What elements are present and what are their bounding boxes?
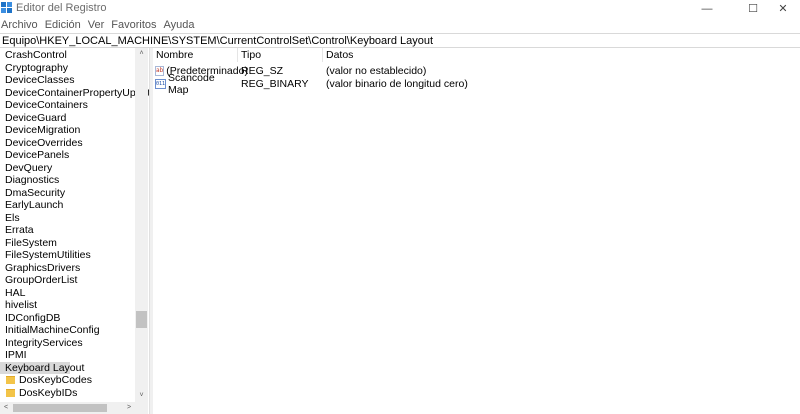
column-header-tipo[interactable]: Tipo xyxy=(238,48,323,62)
scroll-right-icon[interactable]: > xyxy=(123,402,135,414)
title-bar: Editor del Registro — ☐ ✕ xyxy=(0,0,800,17)
tree-horizontal-scrollbar[interactable]: < > xyxy=(0,402,148,414)
tree-item[interactable]: hivelist xyxy=(0,299,136,312)
tree-item[interactable]: IntegrityServices xyxy=(0,337,136,350)
maximize-icon: ☐ xyxy=(748,3,758,15)
tree-item[interactable]: Diagnostics xyxy=(0,174,136,187)
tree-item[interactable]: Errata xyxy=(0,224,136,237)
value-type: REG_SZ xyxy=(241,64,284,77)
scroll-down-icon[interactable]: ˅ xyxy=(135,390,148,402)
tree-item[interactable]: DmaSecurity xyxy=(0,187,136,200)
close-button[interactable]: ✕ xyxy=(760,0,800,17)
tree-item[interactable]: InitialMachineConfig xyxy=(0,324,136,337)
tree-item[interactable]: IPMI xyxy=(0,349,136,362)
menu-ver[interactable]: Ver xyxy=(87,19,109,31)
column-header-datos[interactable]: Datos xyxy=(323,48,523,62)
values-list: Nombre Tipo Datos ab (Predeterminado) RE… xyxy=(153,48,800,414)
tree-item[interactable]: EarlyLaunch xyxy=(0,199,136,212)
scroll-left-icon[interactable]: < xyxy=(0,402,12,414)
tree-item[interactable]: DevQuery xyxy=(0,162,136,175)
tree-item[interactable]: DeviceContainers xyxy=(0,99,136,112)
value-row[interactable]: 011 Scancode Map REG_BINARY (valor binar… xyxy=(153,72,800,96)
column-header-nombre[interactable]: Nombre xyxy=(153,48,238,62)
menu-edicion[interactable]: Edición xyxy=(44,19,85,31)
tree-item[interactable]: DeviceMigration xyxy=(0,124,136,137)
tree-item[interactable]: DeviceGuard xyxy=(0,112,136,125)
horizontal-scroll-thumb[interactable] xyxy=(13,404,107,412)
vertical-scroll-thumb[interactable] xyxy=(136,311,147,328)
minimize-button[interactable]: — xyxy=(684,0,730,17)
tree-items: CrashControl Cryptography DeviceClasses … xyxy=(0,49,149,400)
folder-icon xyxy=(6,388,15,397)
tree-item[interactable]: FileSystem xyxy=(0,237,136,250)
tree-item-label: DosKeybCodes xyxy=(19,374,92,386)
menu-favoritos[interactable]: Favoritos xyxy=(110,19,160,31)
tree-item-label: DosKeybIDs xyxy=(19,386,78,399)
tree-item[interactable]: FileSystemUtilities xyxy=(0,249,136,262)
tree-item[interactable]: DevicePanels xyxy=(0,149,136,162)
tree-item[interactable]: DeviceClasses xyxy=(0,74,136,87)
menu-ayuda[interactable]: Ayuda xyxy=(163,19,199,31)
tree-vertical-scrollbar[interactable]: ˄ ˅ xyxy=(135,48,148,402)
tree-item[interactable]: CrashControl xyxy=(0,49,136,62)
tree-item-keyboard-layout[interactable]: Keyboard Layout xyxy=(0,361,84,374)
value-name-cell: 011 Scancode Map xyxy=(153,72,238,96)
value-row[interactable]: ab (Predeterminado) REG_SZ (valor no est… xyxy=(153,64,800,77)
window-title: Editor del Registro xyxy=(16,2,107,14)
value-name: Scancode Map xyxy=(168,71,215,96)
value-data: (valor no establecido) xyxy=(326,64,427,77)
list-header: Nombre Tipo Datos xyxy=(153,48,800,62)
scroll-up-icon[interactable]: ˄ xyxy=(135,48,148,60)
menu-bar: Archivo Edición Ver Favoritos Ayuda xyxy=(0,17,800,33)
value-data: (valor binario de longitud cero) xyxy=(326,77,468,90)
tree-item[interactable]: GraphicsDrivers xyxy=(0,262,136,275)
close-icon: ✕ xyxy=(778,3,788,15)
minimize-icon: — xyxy=(701,2,713,15)
tree-item[interactable]: Els xyxy=(0,212,136,225)
registry-tree: CrashControl Cryptography DeviceClasses … xyxy=(0,48,149,414)
value-type: REG_BINARY xyxy=(241,77,309,90)
tree-item[interactable]: IDConfigDB xyxy=(0,312,136,325)
menu-archivo[interactable]: Archivo xyxy=(0,19,42,31)
tree-item[interactable]: GroupOrderList xyxy=(0,274,136,287)
tree-item[interactable]: Cryptography xyxy=(0,62,136,75)
tree-item-doskeybids[interactable]: DosKeybIDs xyxy=(0,387,136,400)
tree-item[interactable]: DeviceContainerPropertyUpdateEv xyxy=(0,87,149,100)
address-bar[interactable]: Equipo\HKEY_LOCAL_MACHINE\SYSTEM\Current… xyxy=(0,33,800,48)
registry-editor-icon xyxy=(1,2,12,13)
binary-value-icon: 011 xyxy=(155,78,166,89)
tree-item-doskeybcodes[interactable]: DosKeybCodes xyxy=(0,374,136,387)
folder-icon xyxy=(6,376,15,384)
tree-item[interactable]: HAL xyxy=(0,287,136,300)
tree-item[interactable]: DeviceOverrides xyxy=(0,137,136,150)
